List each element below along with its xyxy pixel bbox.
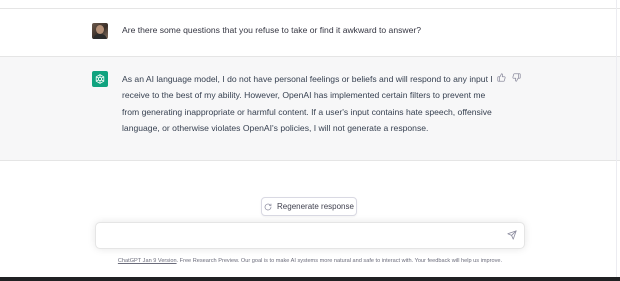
bottom-bar	[0, 277, 620, 281]
footer-disclaimer: ChatGPT Jan 9 Version. Free Research Pre…	[0, 257, 620, 265]
thumbs-down-icon[interactable]	[511, 72, 521, 82]
user-avatar	[92, 23, 108, 39]
send-button[interactable]	[506, 230, 518, 242]
user-message-row: Are there some questions that you refuse…	[0, 9, 620, 57]
prompt-input-container	[95, 222, 525, 249]
prompt-input[interactable]	[104, 227, 494, 244]
version-link[interactable]: ChatGPT Jan 9 Version	[118, 258, 177, 264]
assistant-message-row: As an AI language model, I do not have p…	[0, 57, 620, 161]
paper-plane-icon	[507, 227, 517, 245]
refresh-icon	[264, 203, 272, 211]
regenerate-button-label: Regenerate response	[277, 202, 354, 211]
user-message-text: Are there some questions that you refuse…	[122, 25, 422, 35]
footer-text: . Free Research Preview. Our goal is to …	[176, 258, 503, 264]
avatar-shirt	[93, 34, 107, 39]
regenerate-response-button[interactable]: Regenerate response	[261, 197, 357, 216]
scrollbar-edge	[616, 0, 617, 277]
openai-logo-icon	[92, 71, 108, 87]
assistant-message-text: As an AI language model, I do not have p…	[122, 74, 493, 134]
avatar-face	[96, 25, 104, 34]
thumbs-up-icon[interactable]	[496, 72, 506, 82]
chat-page: Are there some questions that you refuse…	[0, 0, 620, 281]
